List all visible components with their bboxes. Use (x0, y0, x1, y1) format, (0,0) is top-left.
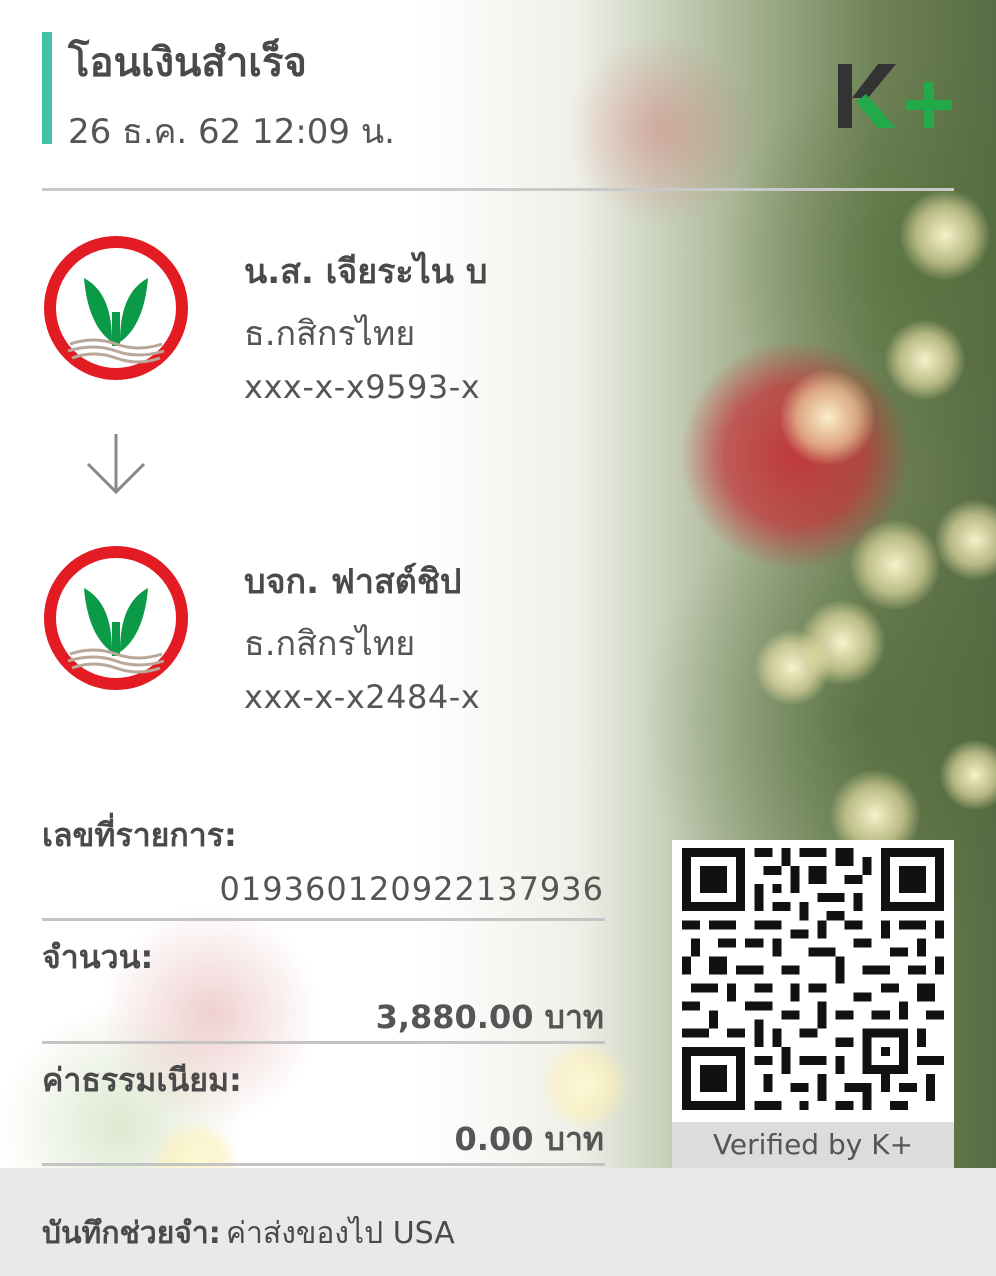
header-divider (42, 188, 954, 191)
qr-verified-caption: Verified by K+ (672, 1122, 954, 1168)
slip-background: โอนเงินสำเร็จ 26 ธ.ค. 62 12:09 น. น.ส. เ… (0, 0, 996, 1168)
fee-label: ค่าธรรมเนียม: (42, 1061, 242, 1099)
details-divider (42, 1163, 605, 1166)
details-divider (42, 1041, 605, 1044)
kasikorn-bank-logo (44, 546, 188, 690)
sender-name: น.ส. เจียระไน บ (244, 252, 488, 292)
kplus-logo (838, 64, 952, 128)
reference-number: 019360120922137936 (219, 870, 604, 908)
fee-value: 0.00 บาท (454, 1120, 604, 1158)
transaction-datetime: 26 ธ.ค. 62 12:09 น. (68, 112, 395, 152)
arrow-down-icon (86, 434, 146, 495)
sender-bank: ธ.กสิกรไทย (244, 314, 416, 354)
page-title: โอนเงินสำเร็จ (68, 40, 307, 86)
memo-value: ค่าส่งของไป USA (226, 1216, 455, 1251)
bokeh-light (755, 630, 830, 705)
receiver-bank: ธ.กสิกรไทย (244, 624, 416, 664)
bokeh-light (850, 520, 940, 610)
qr-code (682, 848, 944, 1110)
amount-label: จำนวน: (42, 938, 154, 976)
bokeh-light (935, 500, 996, 580)
kasikorn-bank-logo (44, 236, 188, 380)
bokeh-light (885, 320, 965, 400)
reference-label: เลขที่รายการ: (42, 816, 237, 854)
details-divider (42, 918, 605, 921)
bokeh-light (940, 740, 996, 810)
memo-label: บันทึกช่วยจำ: (42, 1216, 221, 1251)
verification-qr-box: Verified by K+ (672, 840, 954, 1168)
bokeh-light (780, 370, 875, 465)
sender-account: xxx-x-x9593-x (244, 368, 481, 406)
title-accent-bar (42, 32, 52, 144)
bokeh-light (150, 1120, 240, 1168)
receiver-account: xxx-x-x2484-x (244, 678, 481, 716)
bokeh-light (900, 190, 990, 280)
receiver-name: บจก. ฟาสต์ชิป (244, 562, 462, 602)
amount-value: 3,880.00 บาท (375, 998, 604, 1036)
